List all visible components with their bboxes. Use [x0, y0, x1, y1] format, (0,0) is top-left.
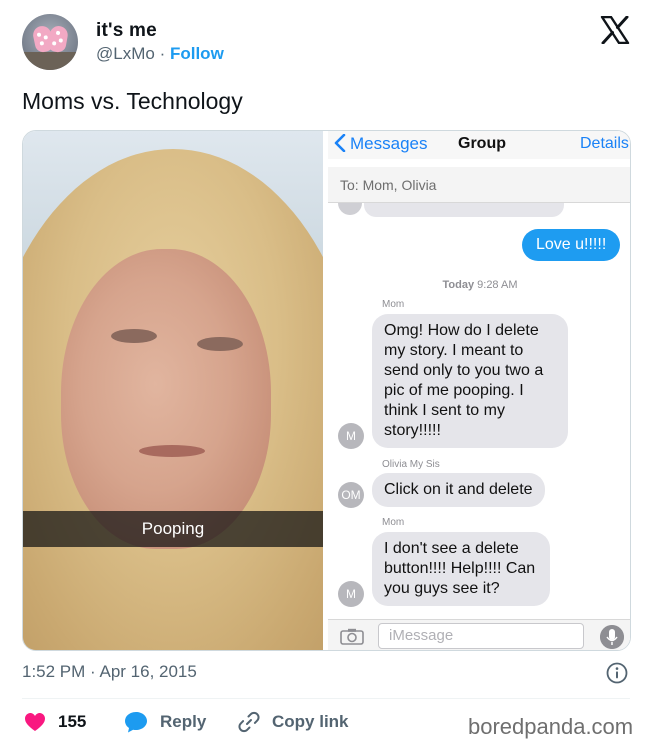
info-icon[interactable]: [606, 662, 628, 684]
heart-icon: [25, 713, 45, 731]
messages-back-link: Messages: [334, 131, 427, 157]
compose-bar: iMessage: [328, 619, 630, 650]
conversation-title: Group: [458, 135, 506, 152]
received-bubble: Click on it and delete: [372, 473, 545, 507]
tweet-card: it's me @LxMo · Follow Moms vs. Technolo…: [0, 0, 650, 747]
received-bubble: Omg! How do I delete my story. I meant t…: [372, 314, 568, 448]
x-logo-icon[interactable]: [600, 16, 630, 44]
handle-row: @LxMo · Follow: [96, 44, 224, 64]
sent-bubble: Love u!!!!!: [522, 229, 621, 261]
copy-link-button[interactable]: Copy link: [238, 710, 349, 734]
cropped-bubble: [364, 203, 564, 217]
like-count: 155: [58, 712, 87, 731]
reply-button[interactable]: Reply: [124, 710, 206, 734]
sender-label: Olivia My Sis: [382, 459, 440, 470]
tweet-text: Moms vs. Technology: [22, 88, 243, 114]
imessage-nav-bar: Messages Group Details: [328, 131, 630, 159]
tweet-media[interactable]: Pooping Messages Group Details To: Mom, …: [22, 130, 631, 651]
sender-label: Mom: [382, 299, 405, 310]
received-bubble: I don't see a delete button!!!! Help!!!!…: [372, 532, 550, 606]
details-link: Details: [580, 135, 629, 152]
sender-avatar: M: [338, 581, 364, 607]
watermark: boredpanda.com: [468, 714, 634, 739]
separator-dot: ·: [159, 44, 166, 63]
selfie-photo: Pooping: [23, 131, 323, 650]
tweet-timestamp[interactable]: 1:52 PM · Apr 16, 2015: [22, 662, 197, 682]
avatar-stub: [338, 203, 362, 215]
link-icon: [238, 711, 260, 733]
imessage-screenshot: Messages Group Details To: Mom, Olivia L…: [328, 131, 630, 650]
reply-label: Reply: [160, 712, 207, 731]
camera-icon: [340, 628, 364, 645]
back-chevron-icon: [334, 133, 346, 153]
divider: [22, 698, 630, 699]
avatar[interactable]: [22, 14, 78, 70]
display-name[interactable]: it's me: [96, 20, 157, 42]
imessage-input: iMessage: [378, 623, 584, 649]
user-handle[interactable]: @LxMo: [96, 44, 155, 63]
like-button[interactable]: 155: [24, 710, 86, 734]
copy-link-label: Copy link: [272, 712, 349, 731]
sender-label: Mom: [382, 517, 405, 528]
message-timestamp: Today 9:28 AM: [442, 279, 518, 291]
microphone-icon: [600, 625, 624, 649]
photo-caption: Pooping: [23, 511, 323, 547]
sender-avatar: M: [338, 423, 364, 449]
reply-bubble-icon: [125, 712, 147, 733]
follow-button[interactable]: Follow: [170, 44, 224, 63]
recipients-bar: To: Mom, Olivia: [328, 167, 630, 203]
recipients-text: To: Mom, Olivia: [340, 177, 437, 193]
sender-avatar: OM: [338, 482, 364, 508]
